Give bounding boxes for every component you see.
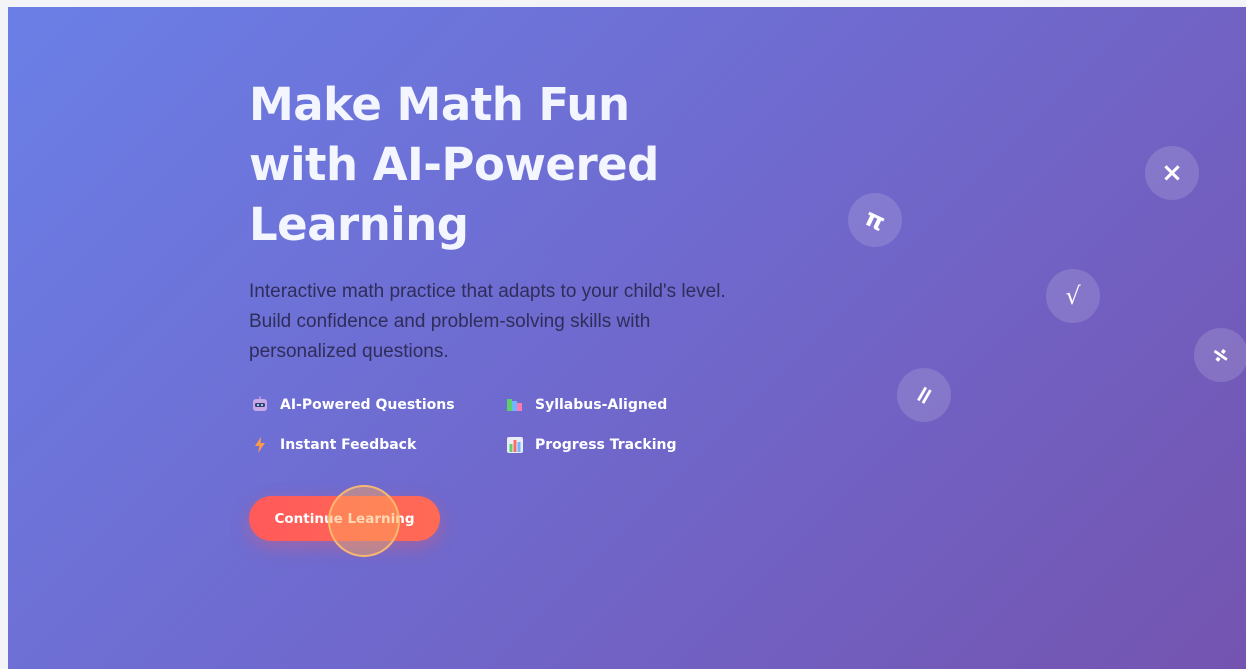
- feature-label: Syllabus-Aligned: [535, 397, 668, 413]
- equals-symbol-glyph: =: [906, 379, 942, 411]
- hero-headline: Make Math Fun with AI-Powered Learning: [249, 75, 719, 255]
- feature-label: AI-Powered Questions: [280, 397, 455, 413]
- lightning-icon: [249, 435, 271, 455]
- hero-section: Make Math Fun with AI-Powered Learning I…: [8, 7, 1246, 669]
- robot-icon: [249, 395, 271, 415]
- divide-symbol: ÷: [1183, 317, 1246, 393]
- pi-symbol: π: [839, 184, 911, 256]
- equals-symbol: =: [887, 358, 961, 432]
- hero-subtitle: Interactive math practice that adapts to…: [249, 281, 726, 362]
- multiply-symbol-glyph: ×: [1161, 158, 1183, 188]
- sqrt-symbol: √: [1046, 269, 1100, 323]
- pi-symbol-glyph: π: [860, 203, 890, 237]
- feature-ai-questions: AI-Powered Questions: [249, 395, 504, 415]
- headline-line-3: Learning: [249, 198, 469, 251]
- multiply-symbol: ×: [1145, 146, 1199, 200]
- feature-label: Instant Feedback: [280, 437, 417, 453]
- feature-label: Progress Tracking: [535, 437, 677, 453]
- feature-syllabus: Syllabus-Aligned: [504, 395, 709, 415]
- feature-progress-tracking: Progress Tracking: [504, 435, 709, 455]
- sqrt-symbol-glyph: √: [1065, 282, 1081, 310]
- books-icon: [504, 395, 526, 415]
- feature-list: AI-Powered Questions Syllabus-Aligned In…: [249, 395, 709, 455]
- hero-content: Make Math Fun with AI-Powered Learning I…: [249, 75, 769, 367]
- chart-icon: [504, 435, 526, 455]
- feature-instant-feedback: Instant Feedback: [249, 435, 504, 455]
- headline-line-1: Make Math Fun: [249, 78, 630, 131]
- headline-line-2: with AI-Powered: [249, 138, 659, 191]
- divide-symbol-glyph: ÷: [1204, 337, 1238, 373]
- continue-learning-button[interactable]: Continue Learning: [249, 496, 440, 541]
